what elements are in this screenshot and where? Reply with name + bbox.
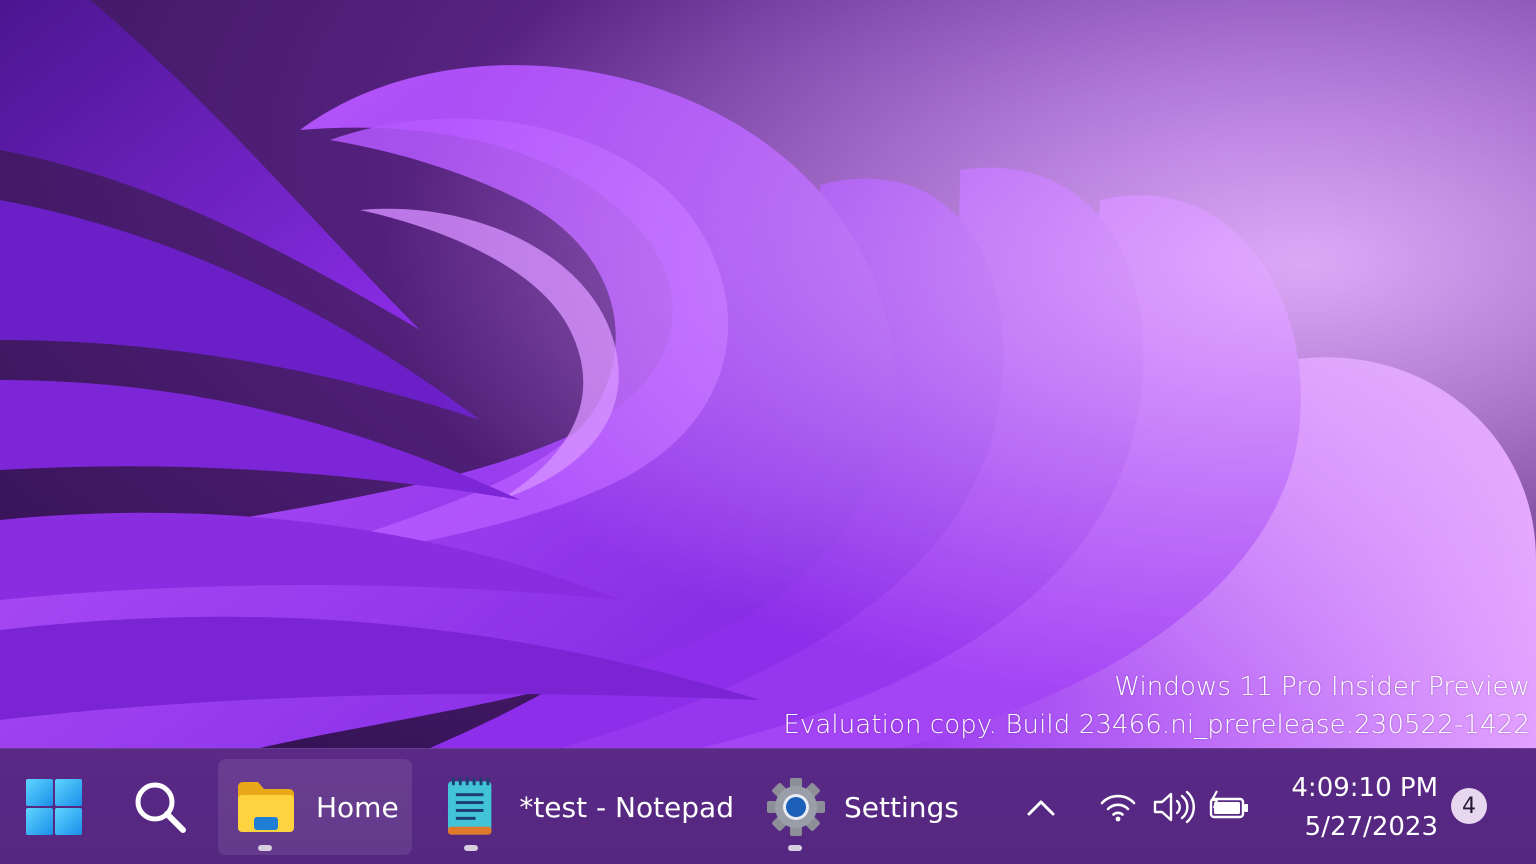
taskbar-app-settings[interactable]: Settings bbox=[750, 759, 970, 855]
taskbar-app-label: Settings bbox=[844, 790, 959, 824]
taskbar-app-label: Home bbox=[316, 790, 399, 824]
chevron-up-icon bbox=[1027, 800, 1055, 816]
notification-center-badge[interactable]: 4 bbox=[1451, 788, 1487, 824]
running-indicator bbox=[464, 845, 478, 851]
clock-button[interactable]: 4:09:10 PM 5/27/2023 bbox=[1280, 769, 1438, 847]
wallpaper-bloom-art bbox=[0, 0, 1536, 748]
windows-watermark-edition: Windows 11 Pro Insider Preview bbox=[1114, 672, 1530, 702]
taskbar: Home *test - Notepad Settings 4:09:10 PM… bbox=[0, 748, 1536, 864]
battery-charging-icon bbox=[1209, 790, 1248, 819]
desktop-wallpaper: Windows 11 Pro Insider Preview Evaluatio… bbox=[0, 0, 1536, 748]
running-indicator bbox=[788, 845, 802, 851]
notepad-icon bbox=[447, 777, 492, 835]
clock-date: 5/27/2023 bbox=[1304, 812, 1438, 842]
start-button[interactable] bbox=[14, 759, 94, 855]
windows-logo-icon bbox=[26, 779, 82, 835]
volume-icon bbox=[1153, 790, 1195, 824]
search-icon bbox=[135, 782, 186, 833]
windows-watermark-build: Evaluation copy. Build 23466.ni_prerelea… bbox=[783, 710, 1530, 740]
quick-settings-button[interactable] bbox=[1092, 777, 1292, 837]
running-indicator bbox=[258, 845, 272, 851]
clock-time: 4:09:10 PM bbox=[1291, 773, 1438, 803]
file-explorer-folder-icon bbox=[238, 782, 294, 832]
show-hidden-icons-button[interactable] bbox=[1018, 777, 1064, 837]
taskbar-app-file-explorer[interactable]: Home bbox=[218, 759, 412, 855]
search-button[interactable] bbox=[120, 759, 200, 855]
wifi-icon bbox=[1100, 794, 1136, 822]
taskbar-app-notepad[interactable]: *test - Notepad bbox=[428, 759, 734, 855]
settings-gear-icon bbox=[767, 778, 825, 836]
taskbar-app-label: *test - Notepad bbox=[519, 790, 734, 824]
